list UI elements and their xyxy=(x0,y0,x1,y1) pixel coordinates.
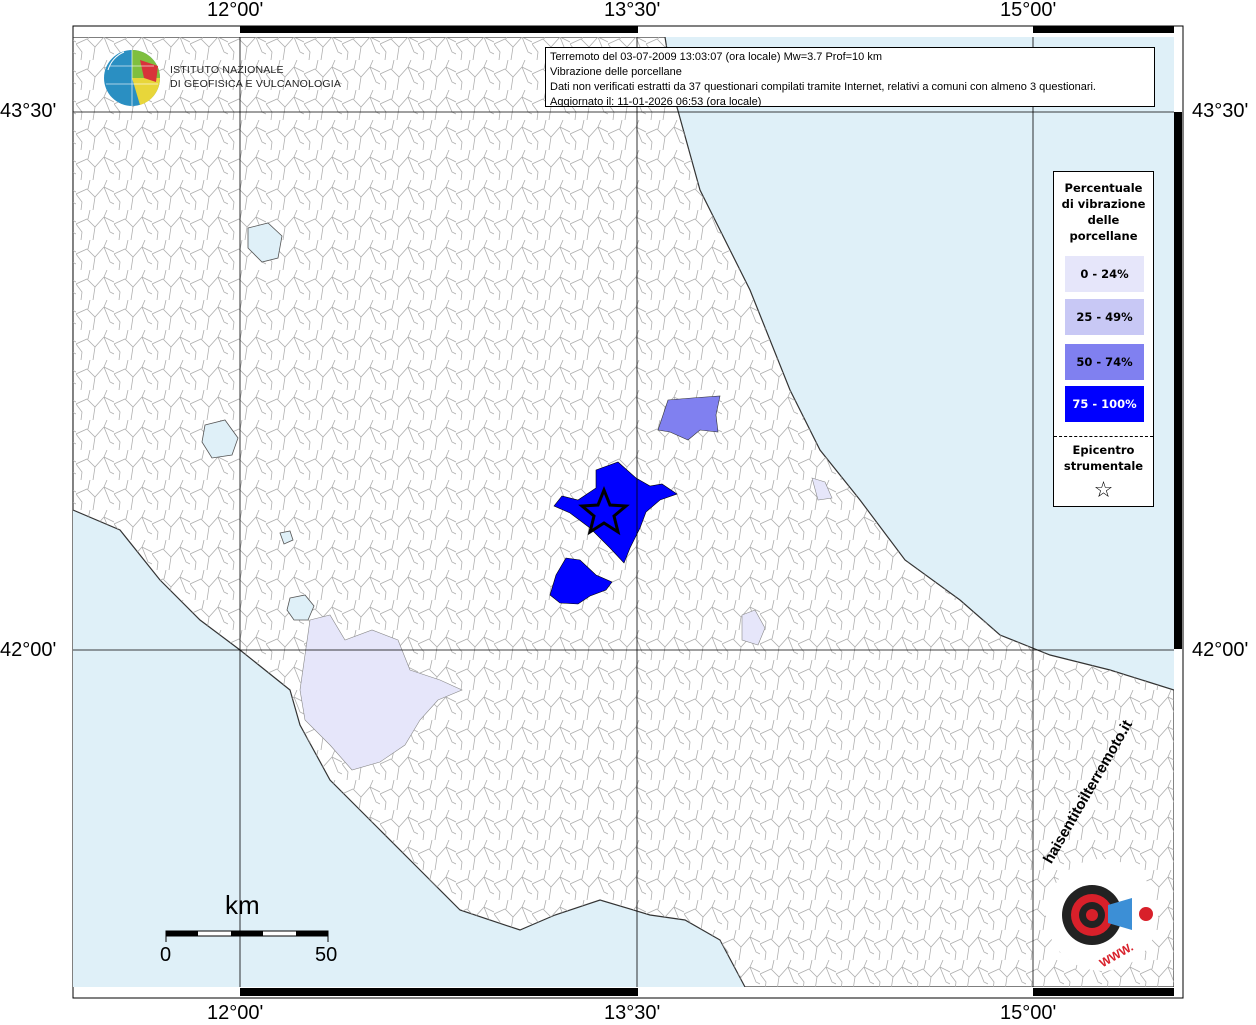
lon-label-bottom-1: 12°00' xyxy=(207,1002,264,1024)
info-line4: Aggiornato il: 11-01-2026 06:53 (ora loc… xyxy=(550,96,762,107)
ingv-logo-line2: DI GEOFISICA E VULCANOLOGIA xyxy=(170,78,342,90)
lat-label-left-2: 42°00' xyxy=(0,639,57,661)
legend-epicenter-line: Epicentro xyxy=(1072,443,1135,457)
legend-item-75-100: 75 - 100% xyxy=(1065,386,1144,422)
legend-epicenter-label: Epicentro strumentale xyxy=(1054,442,1153,474)
earthquake-info-box: Terremoto del 03-07-2009 13:03:07 (ora l… xyxy=(545,47,1155,107)
legend-item-25-49: 25 - 49% xyxy=(1065,299,1144,335)
lat-label-left-1: 43°30' xyxy=(0,100,57,122)
scale-max-label: 50 xyxy=(315,944,338,966)
legend-separator xyxy=(1054,436,1153,437)
lon-label-top-3: 15°00' xyxy=(1000,0,1057,21)
legend-item-50-74: 50 - 74% xyxy=(1065,344,1144,380)
lon-label-top-1: 12°00' xyxy=(207,0,264,21)
info-line2: Vibrazione delle porcellane xyxy=(550,66,682,78)
map-svg xyxy=(72,25,1184,999)
lon-label-bottom-2: 13°30' xyxy=(604,1002,661,1024)
scale-min-label: 0 xyxy=(160,944,172,966)
legend-item-0-24: 0 - 24% xyxy=(1065,256,1144,292)
legend-star-icon: ☆ xyxy=(1093,478,1114,503)
legend-title: Percentuale di vibrazione delle porcella… xyxy=(1054,180,1153,244)
lat-label-right-1: 43°30' xyxy=(1192,100,1249,122)
legend-title-line: Percentuale xyxy=(1064,181,1143,195)
ingv-logo-icon xyxy=(104,50,161,106)
legend-title-line: porcellane xyxy=(1069,229,1138,243)
ingv-logo-text: ISTITUTO NAZIONALE DI GEOFISICA E VULCAN… xyxy=(170,63,341,91)
lon-label-top-2: 13°30' xyxy=(604,0,661,21)
legend-box: Percentuale di vibrazione delle porcella… xyxy=(1053,171,1154,507)
legend-title-line: di vibrazione xyxy=(1061,197,1146,211)
ingv-logo-line1: ISTITUTO NAZIONALE xyxy=(170,64,284,76)
scale-unit-label: km xyxy=(225,890,260,920)
lat-label-right-2: 42°00' xyxy=(1192,639,1249,661)
legend-epicenter-line: strumentale xyxy=(1063,459,1144,473)
info-line1: Terremoto del 03-07-2009 13:03:07 (ora l… xyxy=(550,51,883,63)
legend-title-line: delle xyxy=(1087,213,1120,227)
lon-label-bottom-3: 15°00' xyxy=(1000,1002,1057,1024)
info-line3: Dati non verificati estratti da 37 quest… xyxy=(550,81,1096,93)
